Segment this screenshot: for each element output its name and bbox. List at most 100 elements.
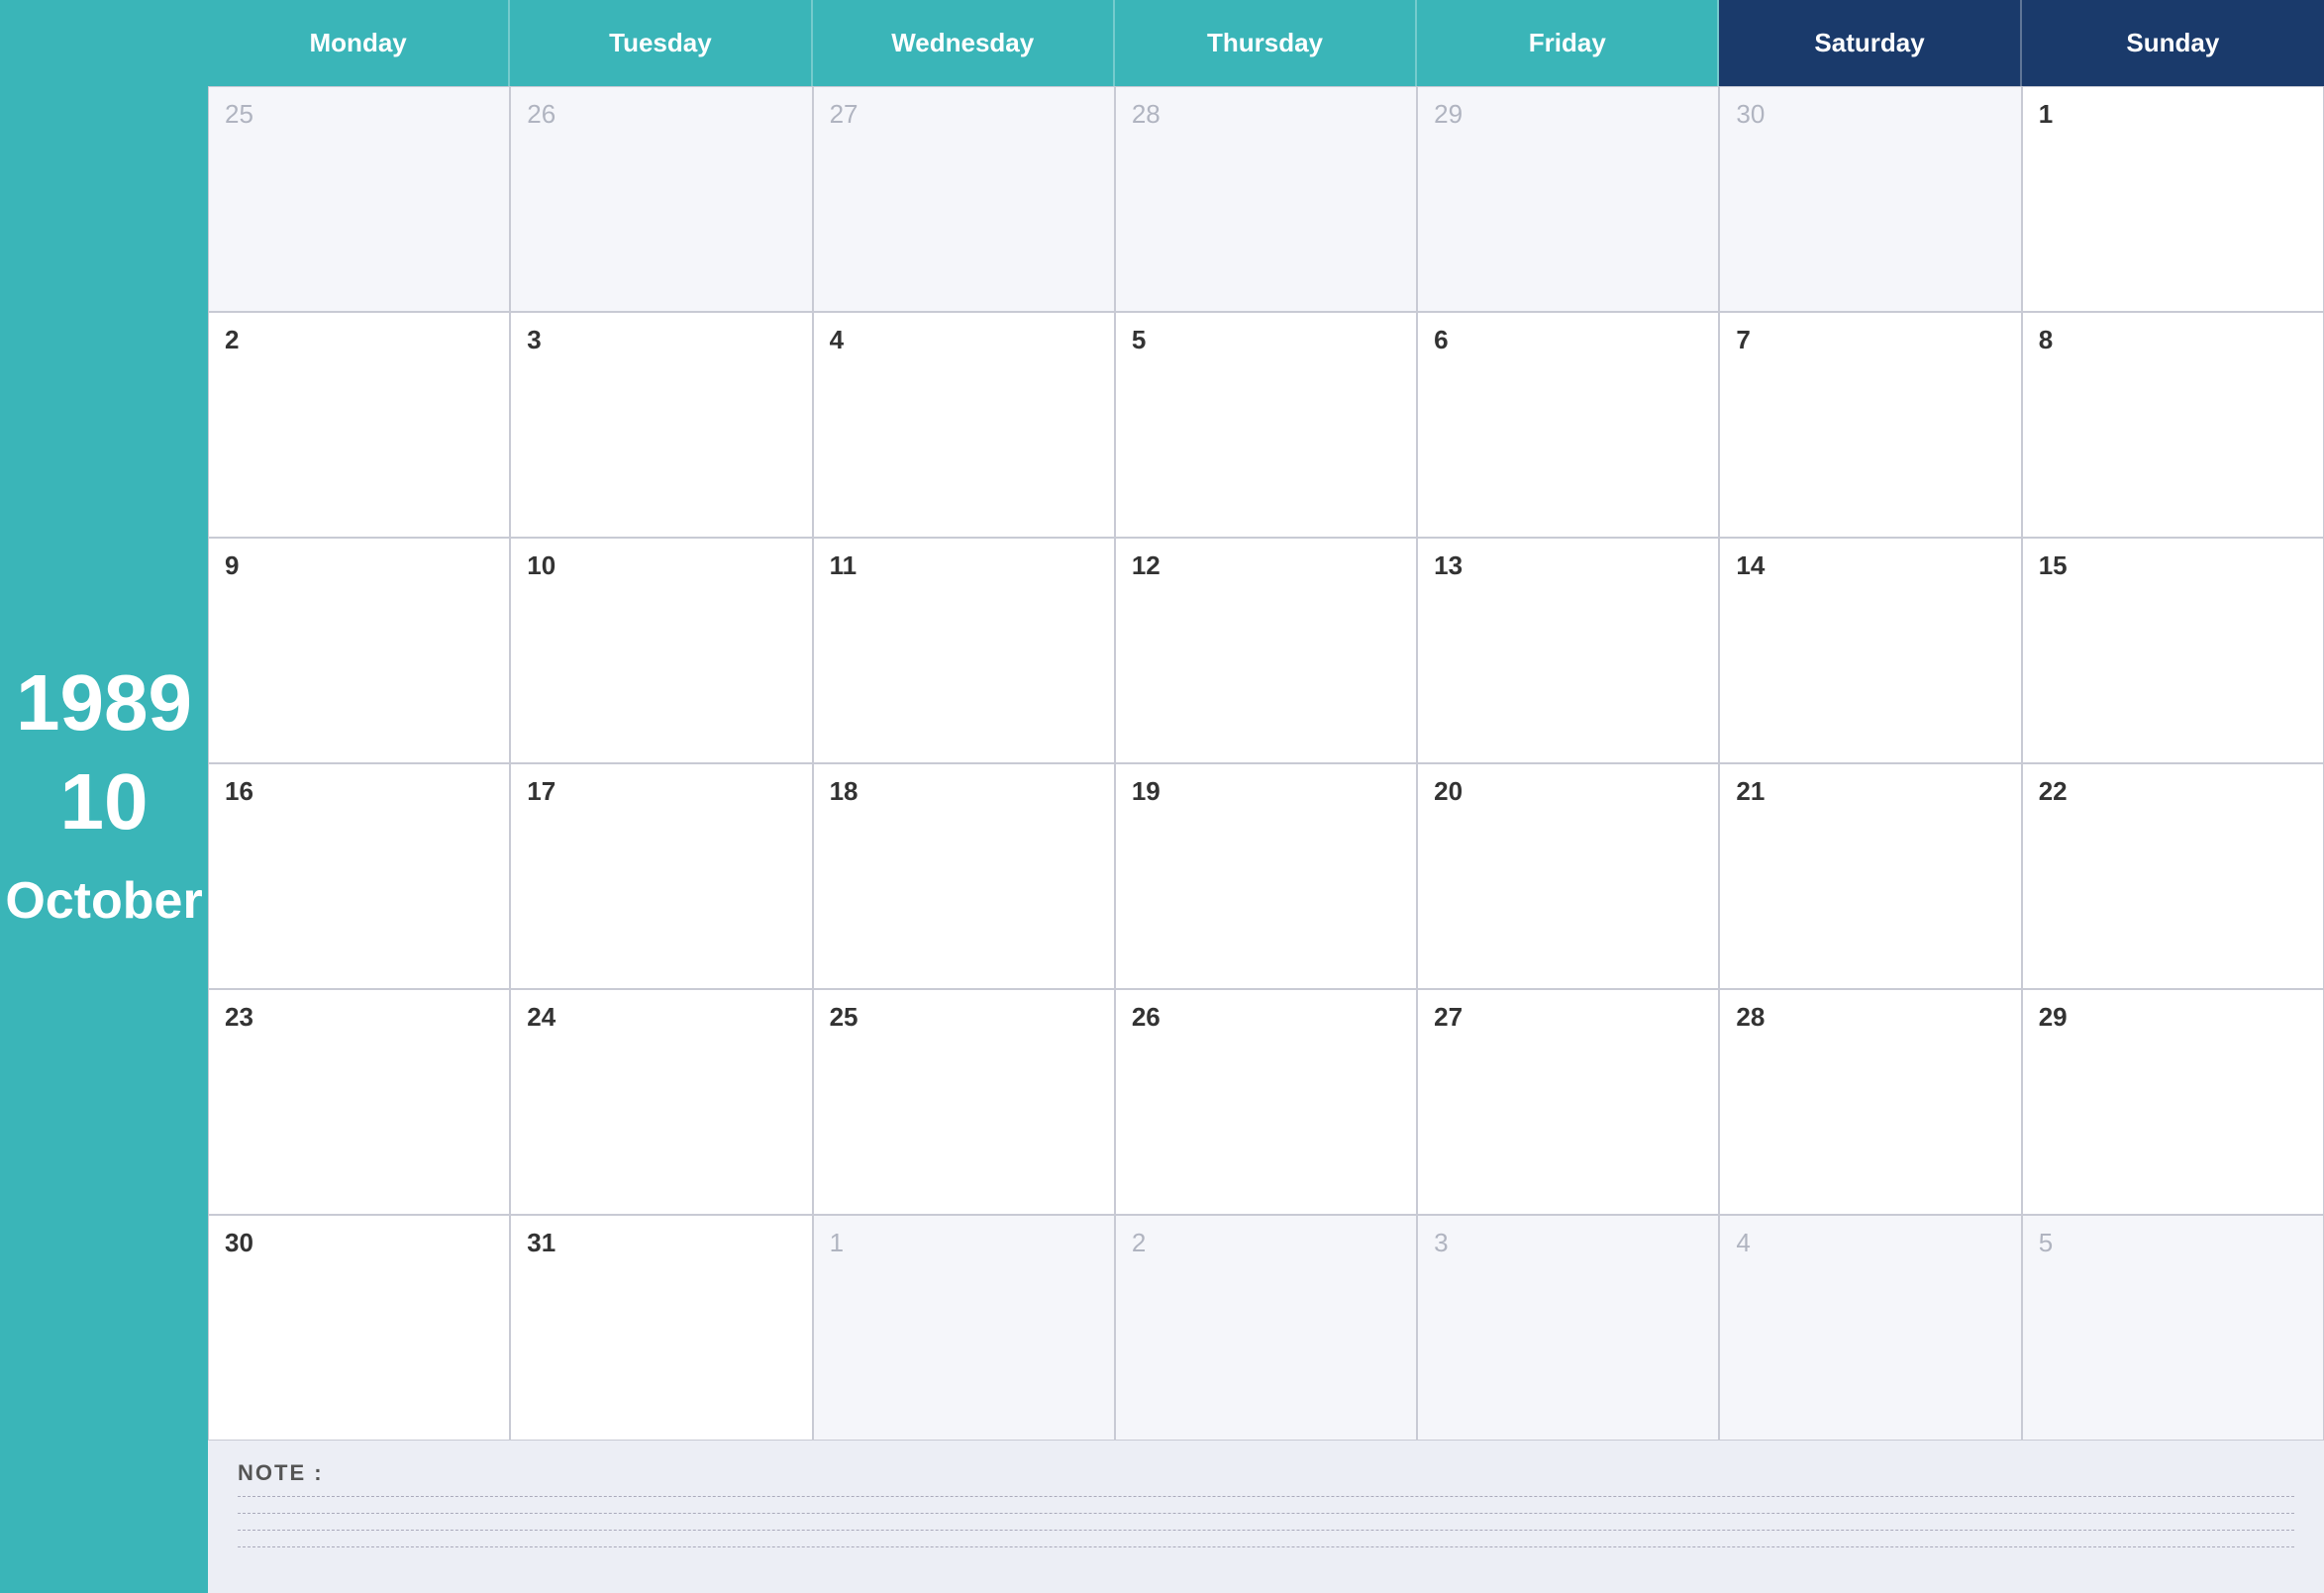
calendar-cell[interactable]: 8: [2022, 312, 2324, 538]
calendar-cell[interactable]: 3: [1417, 1215, 1719, 1441]
cell-date: 22: [2039, 776, 2068, 806]
cell-date: 1: [830, 1228, 844, 1257]
calendar-cell[interactable]: 27: [1417, 989, 1719, 1215]
calendar-cell[interactable]: 2: [1115, 1215, 1417, 1441]
cell-date: 12: [1132, 550, 1161, 580]
notes-section: NOTE :: [208, 1441, 2324, 1593]
cell-date: 20: [1434, 776, 1463, 806]
calendar-cell[interactable]: 5: [2022, 1215, 2324, 1441]
calendar-cell[interactable]: 29: [2022, 989, 2324, 1215]
notes-line-4: [238, 1546, 2294, 1547]
cell-date: 5: [2039, 1228, 2053, 1257]
calendar-cell[interactable]: 4: [813, 312, 1115, 538]
calendar-cell[interactable]: 1: [813, 1215, 1115, 1441]
cell-date: 15: [2039, 550, 2068, 580]
cell-date: 24: [527, 1002, 556, 1032]
cell-date: 1: [2039, 99, 2053, 129]
cell-date: 17: [527, 776, 556, 806]
cell-date: 25: [225, 99, 253, 129]
cell-date: 6: [1434, 325, 1448, 354]
sidebar: 1989 10 October: [0, 0, 208, 1593]
calendar-cell[interactable]: 17: [510, 763, 812, 989]
calendar-cell[interactable]: 3: [510, 312, 812, 538]
cell-date: 30: [1736, 99, 1765, 129]
cell-date: 19: [1132, 776, 1161, 806]
header-friday: Friday: [1417, 0, 1719, 86]
cell-date: 21: [1736, 776, 1765, 806]
calendar-cell[interactable]: 2: [208, 312, 510, 538]
calendar-cell[interactable]: 31: [510, 1215, 812, 1441]
calendar-cell[interactable]: 21: [1719, 763, 2021, 989]
calendar-cell[interactable]: 15: [2022, 538, 2324, 763]
cell-date: 27: [830, 99, 859, 129]
header-saturday: Saturday: [1719, 0, 2021, 86]
cell-date: 27: [1434, 1002, 1463, 1032]
cell-date: 4: [830, 325, 844, 354]
calendar-cell[interactable]: 29: [1417, 86, 1719, 312]
header-thursday: Thursday: [1115, 0, 1417, 86]
calendar-cell[interactable]: 7: [1719, 312, 2021, 538]
calendar-cell[interactable]: 6: [1417, 312, 1719, 538]
cell-date: 4: [1736, 1228, 1750, 1257]
calendar-main: Monday Tuesday Wednesday Thursday Friday…: [208, 0, 2324, 1593]
cell-date: 10: [527, 550, 556, 580]
calendar-cell[interactable]: 22: [2022, 763, 2324, 989]
calendar-cell[interactable]: 24: [510, 989, 812, 1215]
calendar-header: Monday Tuesday Wednesday Thursday Friday…: [208, 0, 2324, 86]
calendar-cell[interactable]: 30: [208, 1215, 510, 1441]
cell-date: 2: [225, 325, 239, 354]
calendar-grid: 2526272829301234567891011121314151617181…: [208, 86, 2324, 1441]
calendar-cell[interactable]: 20: [1417, 763, 1719, 989]
cell-date: 3: [1434, 1228, 1448, 1257]
calendar-cell[interactable]: 30: [1719, 86, 2021, 312]
calendar-cell[interactable]: 25: [208, 86, 510, 312]
calendar-cell[interactable]: 28: [1115, 86, 1417, 312]
notes-line-3: [238, 1530, 2294, 1531]
cell-date: 28: [1736, 1002, 1765, 1032]
cell-date: 18: [830, 776, 859, 806]
cell-date: 8: [2039, 325, 2053, 354]
cell-date: 11: [830, 550, 858, 580]
calendar-cell[interactable]: 13: [1417, 538, 1719, 763]
header-tuesday: Tuesday: [510, 0, 812, 86]
header-sunday: Sunday: [2022, 0, 2324, 86]
cell-date: 26: [1132, 1002, 1161, 1032]
cell-date: 26: [527, 99, 556, 129]
notes-line-2: [238, 1513, 2294, 1514]
calendar-cell[interactable]: 9: [208, 538, 510, 763]
sidebar-year: 1989: [16, 663, 192, 743]
cell-date: 25: [830, 1002, 859, 1032]
calendar-cell[interactable]: 11: [813, 538, 1115, 763]
calendar-cell[interactable]: 14: [1719, 538, 2021, 763]
cell-date: 16: [225, 776, 253, 806]
sidebar-month-number: 10: [60, 762, 149, 842]
calendar-cell[interactable]: 10: [510, 538, 812, 763]
notes-label: NOTE :: [238, 1460, 2294, 1486]
cell-date: 5: [1132, 325, 1146, 354]
calendar-cell[interactable]: 12: [1115, 538, 1417, 763]
cell-date: 9: [225, 550, 239, 580]
cell-date: 29: [1434, 99, 1463, 129]
cell-date: 31: [527, 1228, 556, 1257]
calendar-cell[interactable]: 4: [1719, 1215, 2021, 1441]
calendar-cell[interactable]: 28: [1719, 989, 2021, 1215]
header-wednesday: Wednesday: [813, 0, 1115, 86]
cell-date: 28: [1132, 99, 1161, 129]
calendar-cell[interactable]: 27: [813, 86, 1115, 312]
cell-date: 23: [225, 1002, 253, 1032]
calendar-cell[interactable]: 26: [510, 86, 812, 312]
calendar-cell[interactable]: 26: [1115, 989, 1417, 1215]
cell-date: 7: [1736, 325, 1750, 354]
cell-date: 2: [1132, 1228, 1146, 1257]
calendar-cell[interactable]: 16: [208, 763, 510, 989]
calendar-cell[interactable]: 23: [208, 989, 510, 1215]
cell-date: 13: [1434, 550, 1463, 580]
calendar-cell[interactable]: 18: [813, 763, 1115, 989]
calendar-cell[interactable]: 19: [1115, 763, 1417, 989]
cell-date: 3: [527, 325, 541, 354]
calendar-cell[interactable]: 25: [813, 989, 1115, 1215]
sidebar-month-name: October: [5, 871, 202, 931]
calendar-cell[interactable]: 1: [2022, 86, 2324, 312]
cell-date: 14: [1736, 550, 1765, 580]
calendar-cell[interactable]: 5: [1115, 312, 1417, 538]
